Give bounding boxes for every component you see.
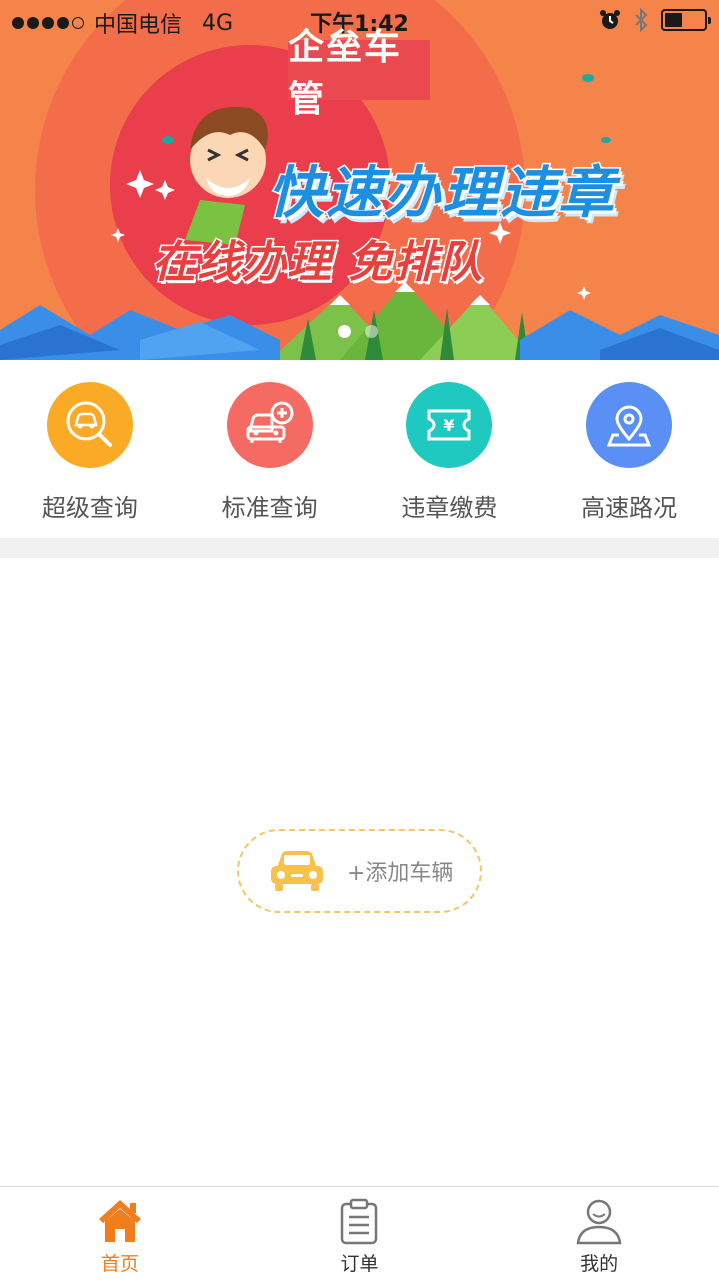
quick-menu: 超级查询 标准查询 ¥ 违章缴费 高速路况 bbox=[0, 360, 719, 538]
quick-item-highway-traffic[interactable]: 高速路况 bbox=[539, 360, 719, 538]
banner-subline: 在线办理 免排队 bbox=[150, 236, 484, 290]
quick-item-label: 违章缴费 bbox=[401, 494, 498, 522]
clipboard-icon bbox=[341, 1198, 378, 1245]
quick-item-violation-payment[interactable]: ¥ 违章缴费 bbox=[360, 360, 540, 538]
bottom-tab-bar: 首页 订单 我的 bbox=[0, 1186, 719, 1280]
tab-profile[interactable]: 我的 bbox=[479, 1187, 719, 1280]
tab-label: 我的 bbox=[580, 1253, 619, 1275]
home-icon bbox=[98, 1200, 141, 1242]
carousel-indicator bbox=[338, 325, 378, 338]
map-pin-icon bbox=[586, 382, 673, 468]
user-icon bbox=[576, 1199, 622, 1245]
svg-text:¥: ¥ bbox=[444, 416, 455, 435]
quick-item-super-query[interactable]: 超级查询 bbox=[0, 360, 180, 538]
carousel-dot[interactable] bbox=[365, 325, 378, 338]
add-vehicle-label: +添加车辆 bbox=[347, 861, 454, 886]
quick-item-label: 标准查询 bbox=[221, 494, 318, 522]
car-add-icon bbox=[226, 382, 313, 468]
carousel-dot[interactable] bbox=[338, 325, 351, 338]
car-icon bbox=[271, 851, 323, 891]
quick-item-label: 高速路况 bbox=[581, 494, 678, 522]
car-search-icon bbox=[46, 382, 133, 468]
tab-label: 订单 bbox=[340, 1253, 379, 1275]
section-divider bbox=[0, 538, 719, 558]
battery-icon bbox=[661, 9, 711, 31]
promo-banner[interactable]: 中国电信 4G 下午1:42 企垒车管 快速办理违章 在线办理 免排队 bbox=[0, 0, 719, 360]
bluetooth-icon bbox=[635, 8, 648, 32]
tab-label: 首页 bbox=[100, 1253, 139, 1275]
add-vehicle-button[interactable]: +添加车辆 bbox=[237, 829, 482, 913]
app-title: 企垒车管 bbox=[288, 26, 430, 120]
alarm-icon bbox=[600, 10, 620, 29]
quick-item-standard-query[interactable]: 标准查询 bbox=[180, 360, 360, 538]
banner-headline: 快速办理违章 bbox=[267, 160, 616, 228]
tab-home[interactable]: 首页 bbox=[0, 1187, 240, 1280]
tab-orders[interactable]: 订单 bbox=[240, 1187, 480, 1280]
ticket-yen-icon: ¥ bbox=[406, 382, 493, 468]
quick-item-label: 超级查询 bbox=[41, 494, 138, 522]
